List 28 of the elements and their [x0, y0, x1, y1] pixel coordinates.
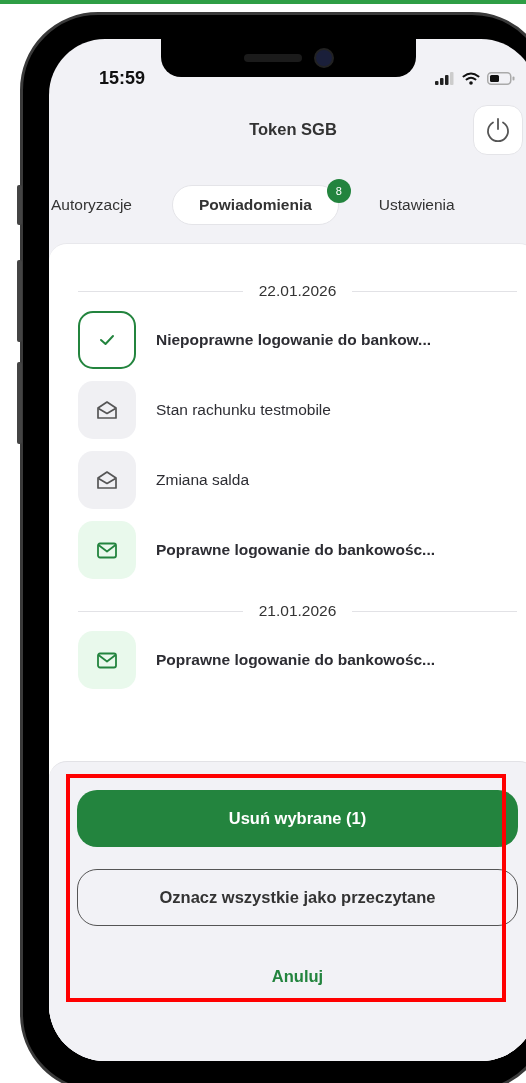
notification-title[interactable]: Stan rachunku testmobile: [156, 401, 331, 419]
status-time: 15:59: [99, 67, 146, 89]
tab[interactable]: Autoryzacje: [51, 186, 132, 224]
open-envelope-icon: [97, 470, 117, 490]
notification-title[interactable]: Niepoprawne logowanie do bankow...: [156, 331, 431, 349]
notification-title[interactable]: Zmiana salda: [156, 471, 250, 489]
checkmark-icon: [98, 333, 116, 347]
checkbox[interactable]: [78, 311, 136, 369]
mark-all-read-button[interactable]: Oznacz wszystkie jako przeczytane: [77, 869, 518, 926]
delete-selected-button[interactable]: Usuń wybrane (1): [77, 790, 518, 847]
notification-title[interactable]: Poprawne logowanie do bankowośc...: [156, 541, 436, 559]
speaker-grille: [243, 54, 302, 62]
battery-icon: [487, 71, 515, 85]
camera-lens: [313, 48, 334, 68]
envelope-icon: [97, 541, 117, 559]
envelope-icon: [97, 651, 117, 669]
tab[interactable]: Ustawienia: [378, 186, 455, 224]
cancel-button[interactable]: Anuluj: [261, 956, 334, 996]
open-envelope-icon: [97, 400, 117, 420]
app-title: Token SGB: [249, 119, 337, 139]
signal-icon: [435, 71, 455, 85]
power-button[interactable]: [473, 105, 523, 155]
notification-title[interactable]: Poprawne logowanie do bankowośc...: [156, 651, 436, 669]
date-separator: 22.01.2026: [258, 282, 337, 300]
count-badge: 8: [326, 179, 351, 203]
date-separator: 21.01.2026: [258, 602, 337, 620]
power-icon: [485, 117, 511, 143]
wifi-icon: [462, 71, 480, 85]
